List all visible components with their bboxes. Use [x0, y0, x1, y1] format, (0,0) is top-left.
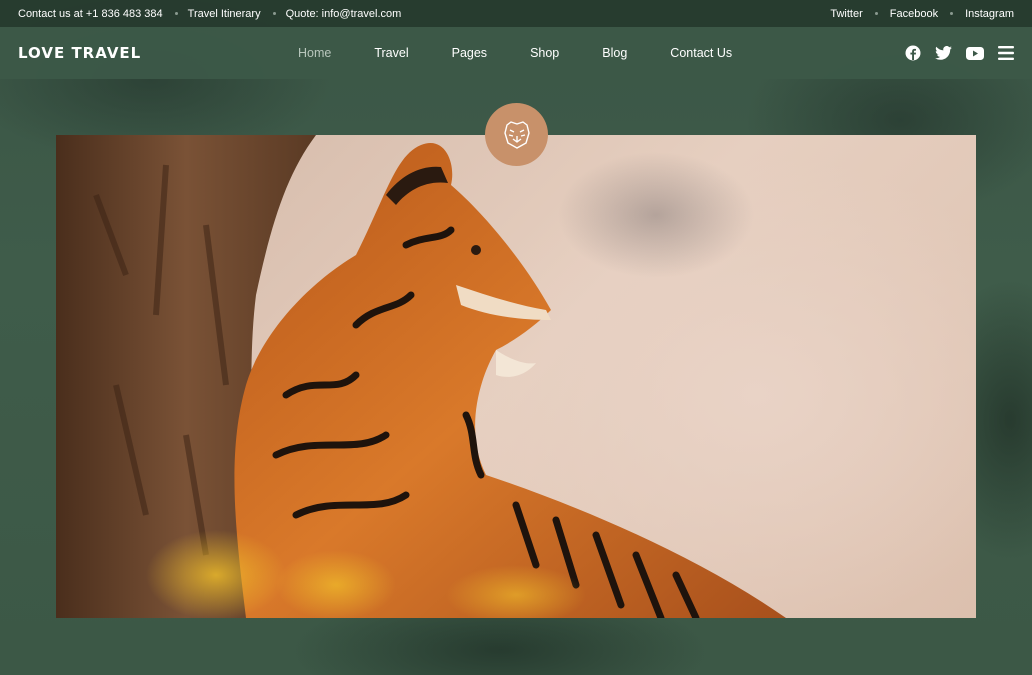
nav-home[interactable]: Home	[298, 46, 331, 60]
separator-dot	[950, 12, 954, 15]
itinerary-link[interactable]: Travel Itinerary	[188, 8, 261, 20]
nav-pages[interactable]: Pages	[452, 46, 487, 60]
separator-dot	[174, 12, 178, 15]
separator-dot	[272, 12, 276, 15]
twitter-icon[interactable]	[935, 46, 952, 60]
nav-blog[interactable]: Blog	[602, 46, 627, 60]
twitter-link[interactable]: Twitter	[830, 8, 862, 20]
main-navbar: LOVE TRAVEL Home Travel Pages Shop Blog …	[0, 27, 1032, 79]
tiger-head-icon	[503, 120, 530, 149]
site-logo[interactable]: LOVE TRAVEL	[18, 44, 258, 62]
hero-tiger-photo	[56, 135, 976, 618]
instagram-link[interactable]: Instagram	[965, 8, 1014, 20]
tiger-head-badge	[485, 103, 548, 166]
youtube-icon[interactable]	[966, 46, 984, 60]
nav-travel[interactable]: Travel	[374, 46, 408, 60]
nav-shop[interactable]: Shop	[530, 46, 559, 60]
facebook-icon[interactable]	[905, 45, 921, 61]
top-bar: Contact us at +1 836 483 384 Travel Itin…	[0, 0, 1032, 27]
contact-text: Contact us at +1 836 483 384	[18, 7, 163, 20]
facebook-link[interactable]: Facebook	[890, 8, 938, 20]
menu-icon[interactable]	[998, 46, 1014, 60]
quote-email[interactable]: Quote: info@travel.com	[286, 8, 402, 20]
separator-dot	[874, 12, 878, 15]
main-menu: Home Travel Pages Shop Blog Contact Us	[298, 46, 775, 60]
tiger-photo	[56, 135, 786, 618]
nav-contact-us[interactable]: Contact Us	[670, 46, 732, 60]
